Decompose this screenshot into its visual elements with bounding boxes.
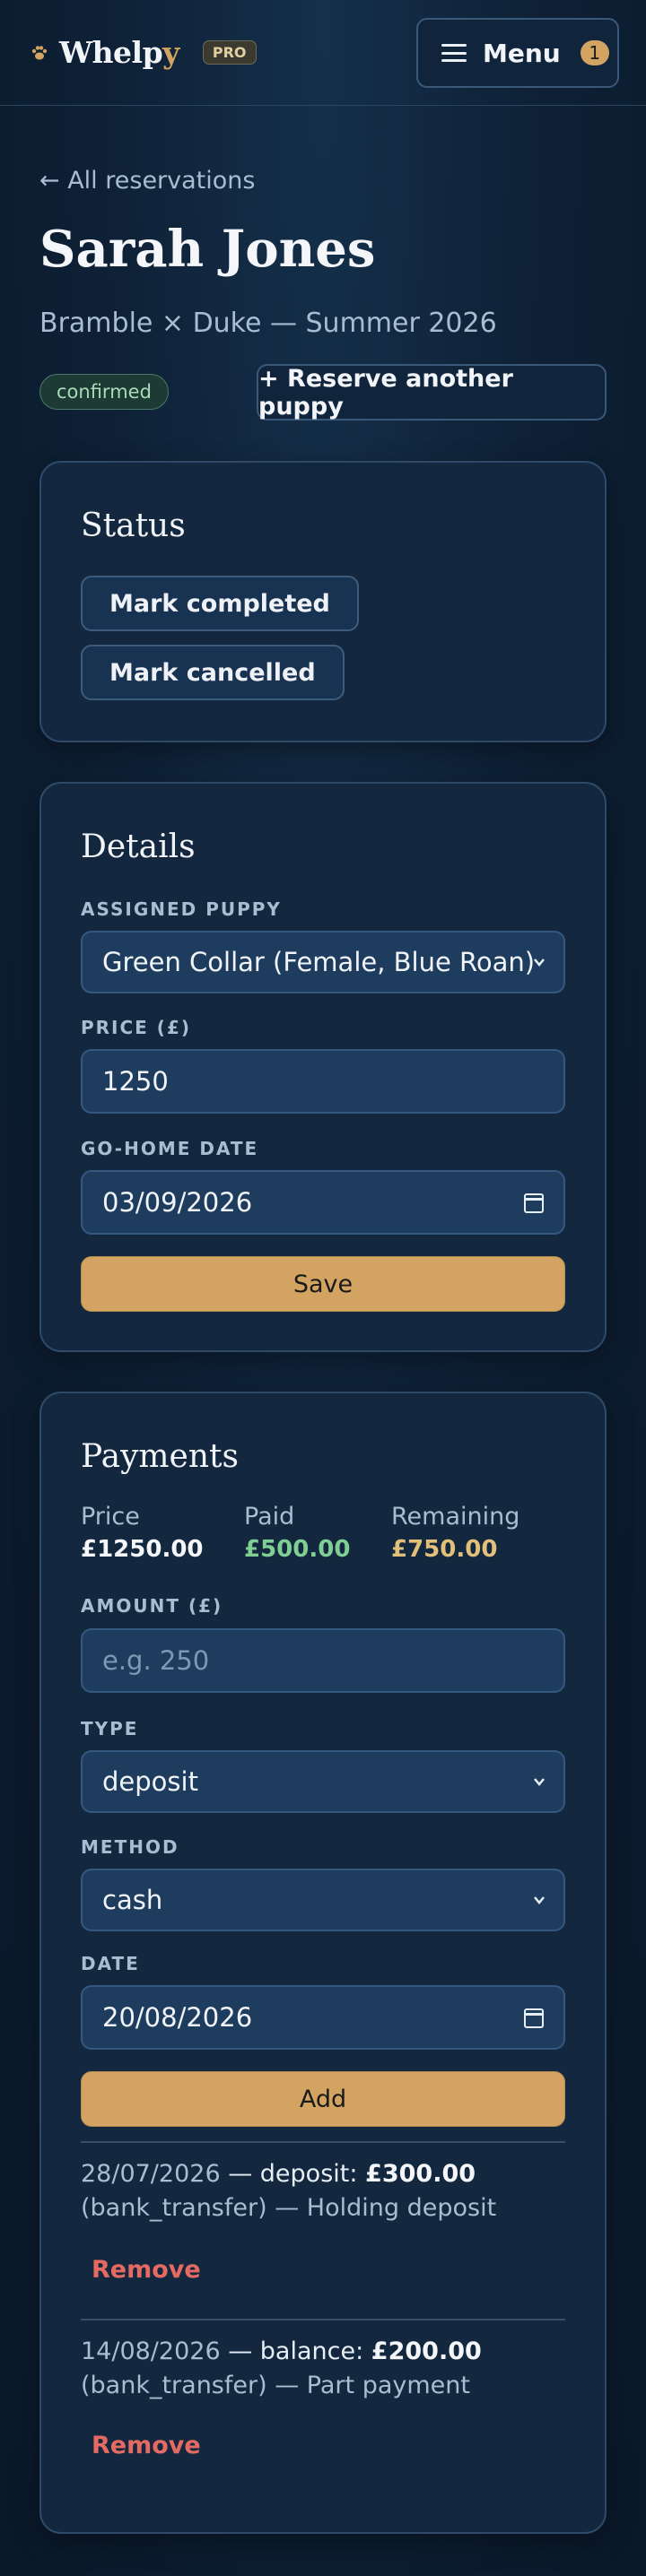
payment-type-select[interactable]: deposit xyxy=(81,1750,565,1813)
details-card-title: Details xyxy=(81,828,196,865)
mark-completed-button[interactable]: Mark completed xyxy=(81,576,359,631)
date-label: DATE xyxy=(81,1953,140,1974)
calendar-icon[interactable] xyxy=(524,1193,544,1213)
go-home-date-label: GO-HOME DATE xyxy=(81,1138,259,1159)
app-header: Whelpy PRO Menu 1 xyxy=(0,0,646,106)
brand[interactable]: Whelpy PRO xyxy=(31,35,257,70)
summary-paid-value: £500.00 xyxy=(244,1536,351,1563)
summary-price-label: Price xyxy=(81,1503,140,1531)
divider xyxy=(81,2319,565,2320)
page-title: Sarah Jones xyxy=(39,220,376,279)
save-button[interactable]: Save xyxy=(81,1256,565,1312)
add-payment-button[interactable]: Add xyxy=(81,2071,565,2127)
hamburger-icon xyxy=(441,44,467,62)
amount-label: AMOUNT (£) xyxy=(81,1595,223,1617)
divider xyxy=(81,2141,565,2143)
remove-payment-button[interactable]: Remove xyxy=(92,2432,201,2459)
menu-button[interactable]: Menu 1 xyxy=(416,18,619,88)
paw-icon xyxy=(31,45,48,59)
status-card-title: Status xyxy=(81,507,186,544)
page-subtitle: Bramble × Duke — Summer 2026 xyxy=(39,308,497,339)
type-label: TYPE xyxy=(81,1718,139,1739)
chevron-down-icon xyxy=(534,1896,545,1904)
payment-item: 28/07/2026 — deposit: £300.00 (bank_tran… xyxy=(81,2160,497,2222)
back-to-reservations-link[interactable]: ← All reservations xyxy=(39,167,255,195)
assigned-puppy-label: ASSIGNED PUPPY xyxy=(81,898,282,920)
chevron-down-icon xyxy=(534,1778,545,1786)
go-home-date-input[interactable]: 03/09/2026 xyxy=(81,1170,565,1235)
amount-input[interactable]: e.g. 250 xyxy=(81,1628,565,1693)
status-badge: confirmed xyxy=(39,374,169,410)
summary-paid-label: Paid xyxy=(244,1503,295,1531)
mark-cancelled-button[interactable]: Mark cancelled xyxy=(81,645,345,700)
reserve-another-puppy-button[interactable]: + Reserve another puppy xyxy=(257,364,607,421)
calendar-icon[interactable] xyxy=(524,2008,544,2028)
chevron-down-icon xyxy=(534,958,545,967)
payments-card-title: Payments xyxy=(81,1438,239,1475)
price-summary: Price £1250.00 xyxy=(81,1503,204,1563)
paid-summary: Paid £500.00 xyxy=(244,1503,350,1563)
status-card: Status Mark completed Mark cancelled xyxy=(39,461,607,742)
summary-price-value: £1250.00 xyxy=(81,1536,204,1563)
remaining-summary: Remaining £750.00 xyxy=(391,1503,519,1563)
payments-card: Payments Price £1250.00 Paid £500.00 Rem… xyxy=(39,1392,607,2534)
price-input[interactable]: 1250 xyxy=(81,1049,565,1114)
pro-badge: PRO xyxy=(202,40,257,65)
payment-item: 14/08/2026 — balance: £200.00 (bank_tran… xyxy=(81,2337,482,2399)
remove-payment-button[interactable]: Remove xyxy=(92,2256,201,2284)
brand-name: Whelpy xyxy=(59,35,179,70)
payment-method-select[interactable]: cash xyxy=(81,1869,565,1931)
summary-remaining-value: £750.00 xyxy=(391,1536,498,1563)
details-card: Details ASSIGNED PUPPY Green Collar (Fem… xyxy=(39,782,607,1352)
method-label: METHOD xyxy=(81,1836,179,1858)
summary-remaining-label: Remaining xyxy=(391,1503,520,1531)
menu-label: Menu xyxy=(483,38,561,68)
payment-date-input[interactable]: 20/08/2026 xyxy=(81,1985,565,2050)
price-label: PRICE (£) xyxy=(81,1017,191,1038)
assigned-puppy-select[interactable]: Green Collar (Female, Blue Roan) xyxy=(81,931,565,993)
menu-count-badge: 1 xyxy=(580,40,609,65)
